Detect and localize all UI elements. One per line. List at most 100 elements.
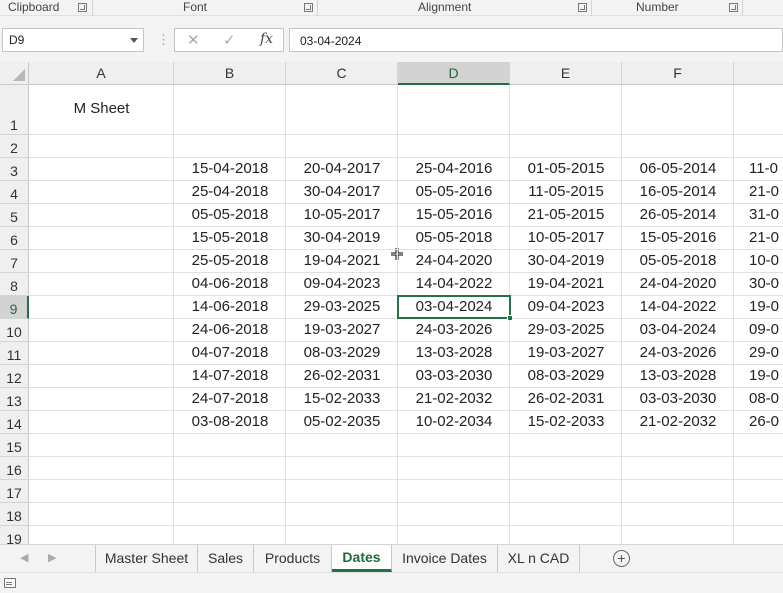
row-header-9[interactable]: 9 [0, 296, 29, 319]
cell-E10[interactable]: 29-03-2025 [510, 319, 622, 341]
row-header-6[interactable]: 6 [0, 227, 29, 250]
sheet-tab-dates[interactable]: Dates [332, 545, 392, 572]
cell-C3[interactable]: 20-04-2017 [286, 158, 398, 180]
add-sheet-icon[interactable]: + [613, 550, 630, 567]
cell-G14[interactable]: 26-0 [734, 411, 783, 433]
cell-E13[interactable]: 26-02-2031 [510, 388, 622, 410]
cell-G12[interactable]: 19-0 [734, 365, 783, 387]
cell-C7[interactable]: 19-04-2021 [286, 250, 398, 272]
cell-B9[interactable]: 14-06-2018 [174, 296, 286, 318]
cell-C13[interactable]: 15-02-2033 [286, 388, 398, 410]
row-header-18[interactable]: 18 [0, 503, 29, 526]
cell-G6[interactable]: 21-0 [734, 227, 783, 249]
cell-E11[interactable]: 19-03-2027 [510, 342, 622, 364]
cell-F3[interactable]: 06-05-2014 [622, 158, 734, 180]
cell-G10[interactable]: 09-0 [734, 319, 783, 341]
cell-E8[interactable]: 19-04-2021 [510, 273, 622, 295]
cell-F14[interactable]: 21-02-2032 [622, 411, 734, 433]
row-header-10[interactable]: 10 [0, 319, 29, 342]
name-box-dropdown-icon[interactable] [130, 38, 138, 43]
cell-F5[interactable]: 26-05-2014 [622, 204, 734, 226]
cell-A1[interactable]: M Sheet [29, 100, 174, 117]
column-header-B[interactable]: B [174, 62, 286, 85]
cell-E6[interactable]: 10-05-2017 [510, 227, 622, 249]
cell-D14[interactable]: 10-02-2034 [398, 411, 510, 433]
cell-D12[interactable]: 03-03-2030 [398, 365, 510, 387]
cell-D7[interactable]: 24-04-2020 [398, 250, 510, 272]
cell-C14[interactable]: 05-02-2035 [286, 411, 398, 433]
cell-D8[interactable]: 14-04-2022 [398, 273, 510, 295]
row-header-17[interactable]: 17 [0, 480, 29, 503]
column-header-partial[interactable] [734, 62, 783, 85]
cell-B4[interactable]: 25-04-2018 [174, 181, 286, 203]
cell-G7[interactable]: 10-0 [734, 250, 783, 272]
cell-B7[interactable]: 25-05-2018 [174, 250, 286, 272]
cell-D10[interactable]: 24-03-2026 [398, 319, 510, 341]
cell-B6[interactable]: 15-05-2018 [174, 227, 286, 249]
select-all-button[interactable] [0, 62, 29, 85]
enter-icon[interactable]: ✓ [223, 31, 236, 49]
cell-E12[interactable]: 08-03-2029 [510, 365, 622, 387]
cell-C5[interactable]: 10-05-2017 [286, 204, 398, 226]
cell-F9[interactable]: 14-04-2022 [622, 296, 734, 318]
cell-G13[interactable]: 08-0 [734, 388, 783, 410]
cell-B5[interactable]: 05-05-2018 [174, 204, 286, 226]
cell-B8[interactable]: 04-06-2018 [174, 273, 286, 295]
cell-D3[interactable]: 25-04-2016 [398, 158, 510, 180]
font-dialog-launcher-icon[interactable] [304, 3, 313, 12]
active-cell-selection[interactable] [397, 295, 513, 321]
row-header-12[interactable]: 12 [0, 365, 29, 388]
cell-G11[interactable]: 29-0 [734, 342, 783, 364]
cell-G5[interactable]: 31-0 [734, 204, 783, 226]
row-header-15[interactable]: 15 [0, 434, 29, 457]
column-header-D[interactable]: D [398, 62, 510, 85]
cell-D6[interactable]: 05-05-2018 [398, 227, 510, 249]
cell-B12[interactable]: 14-07-2018 [174, 365, 286, 387]
cell-E3[interactable]: 01-05-2015 [510, 158, 622, 180]
cell-F6[interactable]: 15-05-2016 [622, 227, 734, 249]
column-header-A[interactable]: A [29, 62, 174, 85]
clipboard-dialog-launcher-icon[interactable] [78, 3, 87, 12]
column-header-E[interactable]: E [510, 62, 622, 85]
worksheet-grid[interactable]: M Sheet A B C D E F 1 2 3 4 5 6 7 8 9 10 11 12 13 14 15 16 17 1… [0, 62, 783, 544]
sheet-nav-prev-icon[interactable]: ◀ [20, 551, 28, 564]
cell-C8[interactable]: 09-04-2023 [286, 273, 398, 295]
row-header-4[interactable]: 4 [0, 181, 29, 204]
cell-E9[interactable]: 09-04-2023 [510, 296, 622, 318]
cell-E5[interactable]: 21-05-2015 [510, 204, 622, 226]
number-dialog-launcher-icon[interactable] [729, 3, 738, 12]
cell-B11[interactable]: 04-07-2018 [174, 342, 286, 364]
cell-F13[interactable]: 03-03-2030 [622, 388, 734, 410]
row-header-14[interactable]: 14 [0, 411, 29, 434]
cell-C4[interactable]: 30-04-2017 [286, 181, 398, 203]
cell-B14[interactable]: 03-08-2018 [174, 411, 286, 433]
cell-B13[interactable]: 24-07-2018 [174, 388, 286, 410]
formula-bar-grip-icon[interactable]: ⋮ [157, 32, 170, 48]
row-header-5[interactable]: 5 [0, 204, 29, 227]
row-header-16[interactable]: 16 [0, 457, 29, 480]
row-header-8[interactable]: 8 [0, 273, 29, 296]
column-header-F[interactable]: F [622, 62, 734, 85]
cell-D11[interactable]: 13-03-2028 [398, 342, 510, 364]
formula-input[interactable]: 03-04-2024 [289, 28, 783, 52]
sheet-tab-products[interactable]: Products [254, 545, 332, 572]
cell-D5[interactable]: 15-05-2016 [398, 204, 510, 226]
row-header-11[interactable]: 11 [0, 342, 29, 365]
row-header-2[interactable]: 2 [0, 135, 29, 158]
macro-record-icon[interactable] [4, 578, 16, 588]
fill-handle[interactable] [507, 315, 513, 321]
alignment-dialog-launcher-icon[interactable] [578, 3, 587, 12]
cell-F11[interactable]: 24-03-2026 [622, 342, 734, 364]
row-header-1[interactable]: 1 [0, 85, 29, 135]
cell-F12[interactable]: 13-03-2028 [622, 365, 734, 387]
cell-E14[interactable]: 15-02-2033 [510, 411, 622, 433]
row-header-13[interactable]: 13 [0, 388, 29, 411]
cell-C12[interactable]: 26-02-2031 [286, 365, 398, 387]
cell-B3[interactable]: 15-04-2018 [174, 158, 286, 180]
cell-C10[interactable]: 19-03-2027 [286, 319, 398, 341]
sheet-tab-master-sheet[interactable]: Master Sheet [95, 545, 198, 572]
cell-D4[interactable]: 05-05-2016 [398, 181, 510, 203]
row-header-7[interactable]: 7 [0, 250, 29, 273]
cell-E7[interactable]: 30-04-2019 [510, 250, 622, 272]
row-header-3[interactable]: 3 [0, 158, 29, 181]
